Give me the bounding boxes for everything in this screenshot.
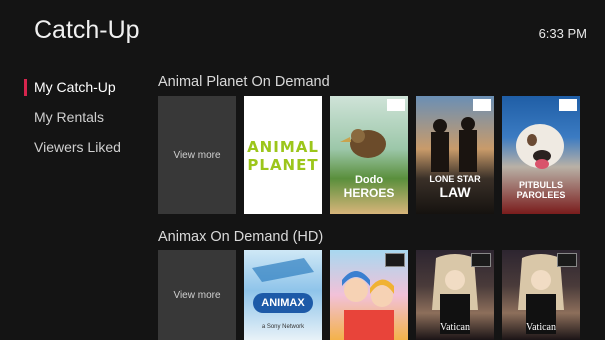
page-title: Catch-Up bbox=[34, 16, 140, 44]
poster-title: PITBULLS bbox=[519, 180, 563, 190]
poster-title: PLANET bbox=[247, 156, 319, 174]
poster-dodo-heroes[interactable]: Dodo HEROES bbox=[330, 96, 408, 214]
poster-animal-planet[interactable]: ANIMAL PLANET bbox=[244, 96, 322, 214]
animal-planet-badge-icon bbox=[559, 99, 577, 111]
poster-title: LAW bbox=[439, 184, 471, 200]
sidebar: My Catch-Up My Rentals Viewers Liked bbox=[24, 72, 154, 162]
poster-vatican[interactable]: Vatican bbox=[416, 250, 494, 340]
poster-title: ANIMAX bbox=[261, 297, 305, 309]
poster-lone-star-law[interactable]: LONE STAR LAW bbox=[416, 96, 494, 214]
clock: 6:33 PM bbox=[538, 26, 587, 41]
poster-title: Vatican bbox=[526, 322, 556, 333]
poster-title: HEROES bbox=[343, 186, 395, 200]
view-more-button[interactable]: View more bbox=[158, 96, 236, 214]
poster-title: Vatican bbox=[440, 322, 470, 333]
animax-badge-icon bbox=[385, 253, 405, 267]
view-more-label: View more bbox=[173, 289, 221, 301]
animal-planet-badge-icon bbox=[473, 99, 491, 111]
animal-planet-badge-icon bbox=[387, 99, 405, 111]
poster-title: LONE STAR bbox=[429, 174, 481, 184]
sidebar-item-viewers-liked[interactable]: Viewers Liked bbox=[24, 132, 154, 162]
poster-vatican[interactable]: Vatican bbox=[502, 250, 580, 340]
content-row-animax: View more ANIMAX a Sony Network Vatican bbox=[158, 250, 580, 340]
sidebar-item-my-catch-up[interactable]: My Catch-Up bbox=[24, 72, 154, 102]
content-row-animal-planet: View more ANIMAL PLANET Dodo HEROES LONE… bbox=[158, 96, 580, 214]
row-title-animax: Animax On Demand (HD) bbox=[158, 229, 324, 245]
view-more-button[interactable]: View more bbox=[158, 250, 236, 340]
sidebar-item-label: My Rentals bbox=[34, 109, 105, 125]
sidebar-item-label: My Catch-Up bbox=[34, 79, 116, 95]
poster-pitbulls-parolees[interactable]: PITBULLS PAROLEES bbox=[502, 96, 580, 214]
sidebar-item-label: Viewers Liked bbox=[34, 139, 121, 155]
poster-subtitle: a Sony Network bbox=[261, 324, 305, 330]
poster-title: ANIMAL bbox=[247, 138, 319, 156]
active-indicator bbox=[24, 78, 27, 96]
poster-animax[interactable]: ANIMAX a Sony Network bbox=[244, 250, 322, 340]
poster-title: PAROLEES bbox=[516, 190, 566, 200]
view-more-label: View more bbox=[173, 149, 221, 161]
animax-badge-icon bbox=[471, 253, 491, 267]
poster-anime[interactable] bbox=[330, 250, 408, 340]
sidebar-item-my-rentals[interactable]: My Rentals bbox=[24, 102, 154, 132]
animax-badge-icon bbox=[557, 253, 577, 267]
poster-title: Dodo bbox=[354, 174, 384, 186]
row-title-animal-planet: Animal Planet On Demand bbox=[158, 74, 330, 90]
